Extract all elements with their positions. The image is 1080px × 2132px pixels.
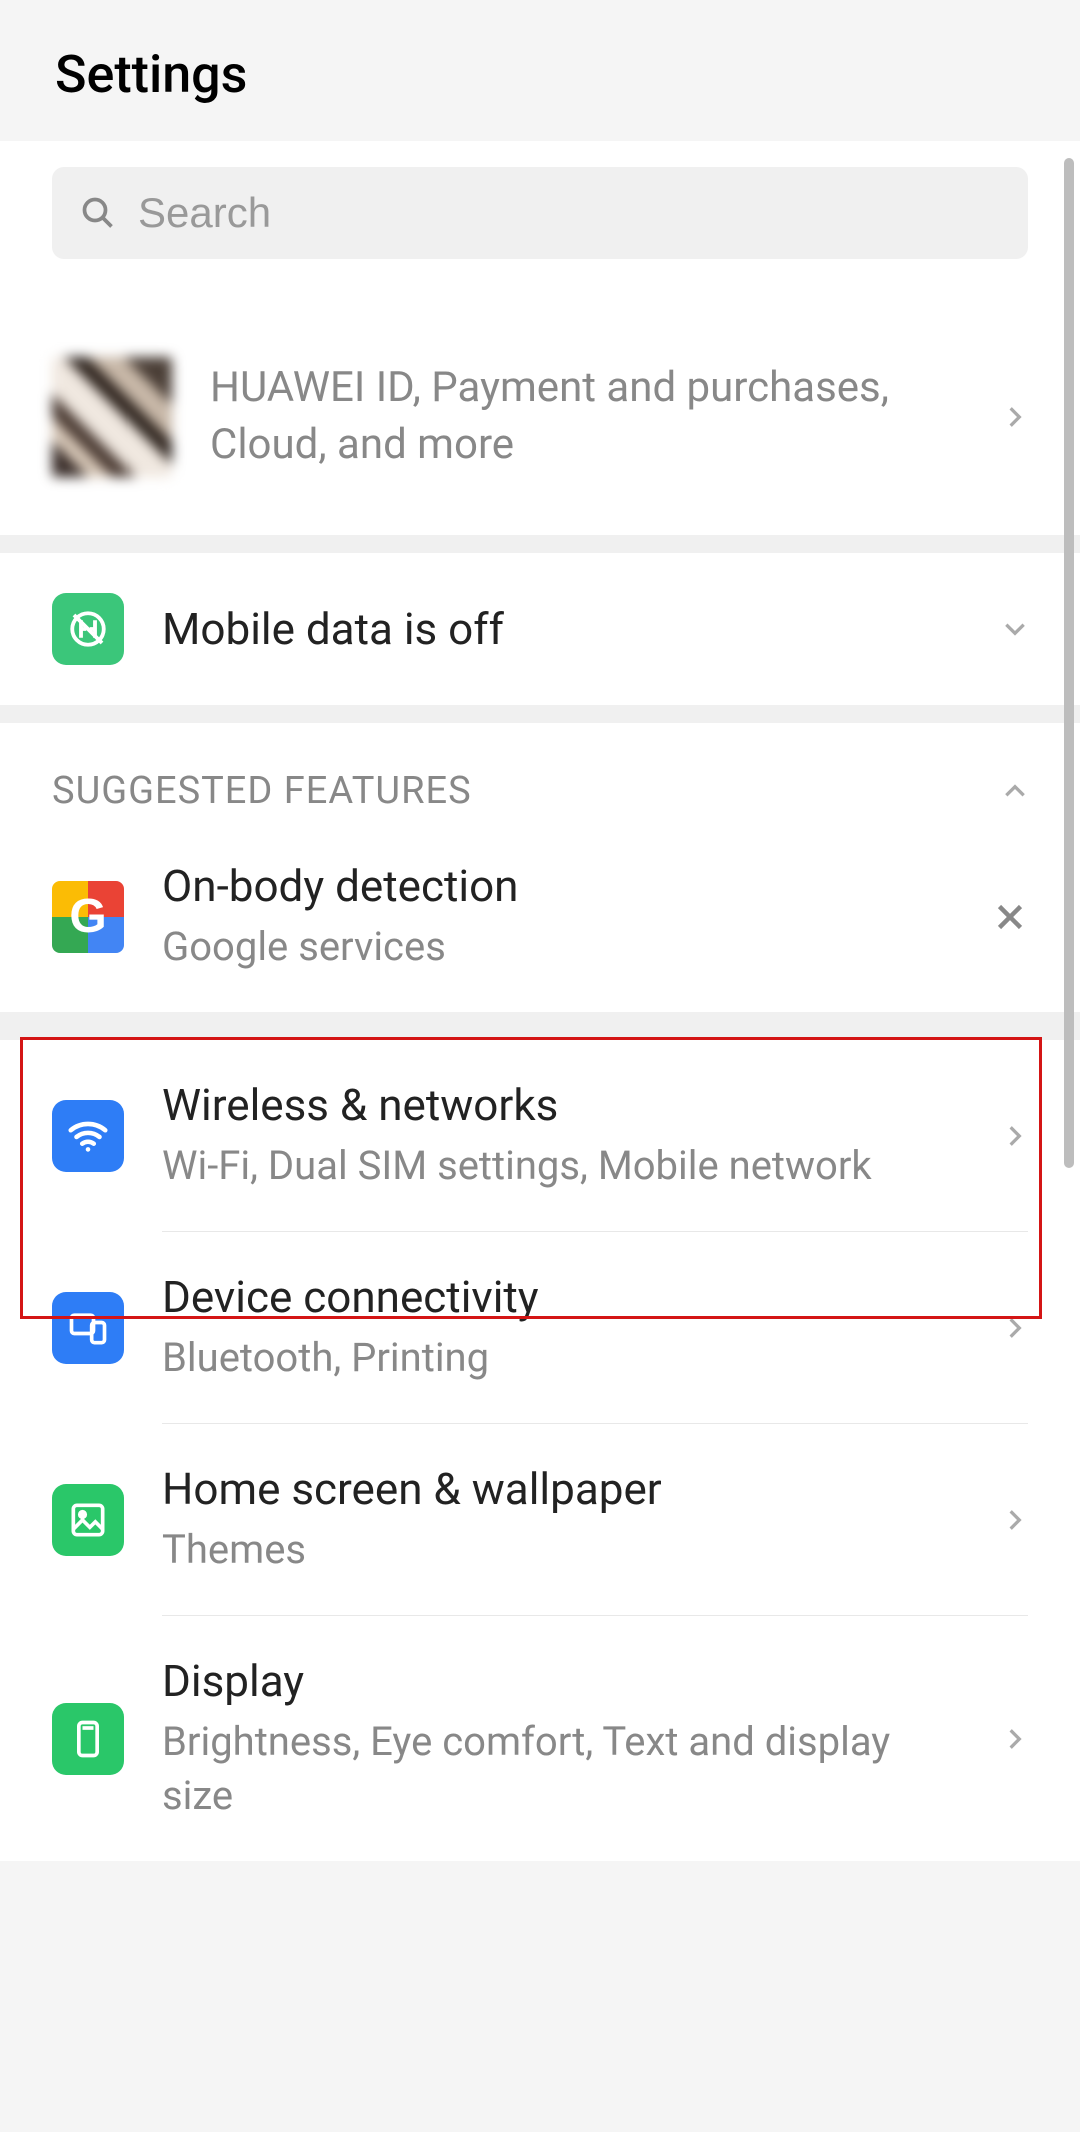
- google-icon: [52, 881, 124, 953]
- chevron-right-icon: [1002, 404, 1028, 430]
- menu-title: Wireless & networks: [162, 1078, 964, 1133]
- close-icon[interactable]: [992, 899, 1028, 935]
- divider: [0, 705, 1080, 723]
- page-header: Settings: [0, 0, 1080, 141]
- menu-sub: Themes: [162, 1523, 964, 1577]
- mobile-data-row[interactable]: Mobile data is off: [0, 553, 1080, 705]
- feature-title: On-body detection: [162, 859, 954, 914]
- suggested-features-header[interactable]: SUGGESTED FEATURES: [0, 723, 1080, 833]
- chevron-right-icon: [1002, 1726, 1028, 1752]
- menu-display[interactable]: Display Brightness, Eye comfort, Text an…: [0, 1616, 1080, 1861]
- search-icon: [80, 195, 116, 231]
- chevron-right-icon: [1002, 1315, 1028, 1341]
- page-title: Settings: [55, 44, 1025, 105]
- menu-title: Device connectivity: [162, 1270, 964, 1325]
- menu-device-connectivity[interactable]: Device connectivity Bluetooth, Printing: [0, 1232, 1080, 1424]
- feature-sub: Google services: [162, 920, 954, 974]
- menu-sub: Brightness, Eye comfort, Text and displa…: [162, 1715, 964, 1823]
- chevron-right-icon: [1002, 1507, 1028, 1533]
- divider: [0, 535, 1080, 553]
- search-container: [0, 141, 1080, 305]
- scrollbar[interactable]: [1064, 158, 1074, 1168]
- account-row[interactable]: HUAWEI ID, Payment and purchases, Cloud,…: [0, 305, 1080, 535]
- wifi-icon: [52, 1100, 124, 1172]
- account-text: HUAWEI ID, Payment and purchases, Cloud,…: [210, 360, 964, 473]
- suggested-feature-row[interactable]: On-body detection Google services: [0, 833, 1080, 1012]
- device-connectivity-icon: [52, 1292, 124, 1364]
- divider: [0, 1012, 1080, 1040]
- mobile-data-off-icon: [52, 593, 124, 665]
- mobile-data-title: Mobile data is off: [162, 603, 964, 655]
- suggested-features-title: SUGGESTED FEATURES: [52, 769, 982, 813]
- menu-title: Home screen & wallpaper: [162, 1462, 964, 1517]
- chevron-down-icon: [1002, 616, 1028, 642]
- chevron-up-icon: [1002, 778, 1028, 804]
- menu-title: Display: [162, 1654, 964, 1709]
- search-input[interactable]: [138, 189, 1000, 237]
- menu-home-wallpaper[interactable]: Home screen & wallpaper Themes: [0, 1424, 1080, 1616]
- search-box[interactable]: [52, 167, 1028, 259]
- avatar: [52, 357, 172, 477]
- menu-sub: Wi-Fi, Dual SIM settings, Mobile network: [162, 1139, 964, 1193]
- menu-wireless-networks[interactable]: Wireless & networks Wi-Fi, Dual SIM sett…: [0, 1040, 1080, 1232]
- display-icon: [52, 1703, 124, 1775]
- chevron-right-icon: [1002, 1123, 1028, 1149]
- wallpaper-icon: [52, 1484, 124, 1556]
- menu-sub: Bluetooth, Printing: [162, 1331, 964, 1385]
